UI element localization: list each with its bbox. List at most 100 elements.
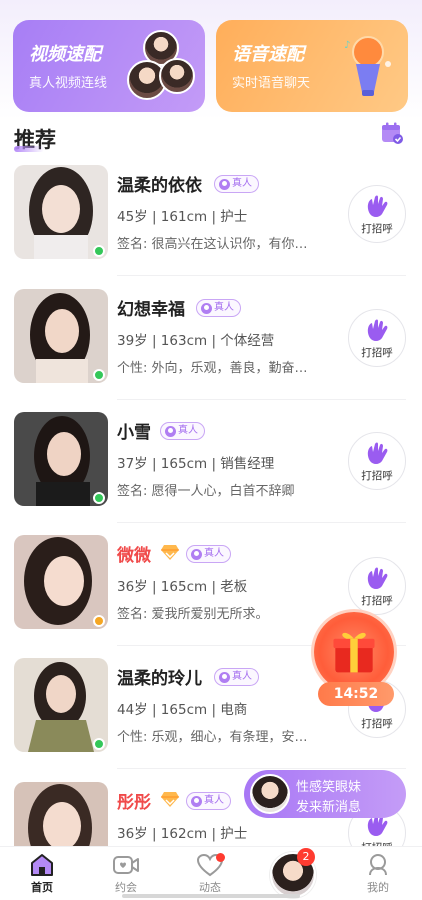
voice-match-title: 语音速配 xyxy=(232,44,304,65)
home-indicator xyxy=(122,894,300,898)
list-divider xyxy=(117,522,406,523)
list-divider xyxy=(117,275,406,276)
recommend-title-underline xyxy=(14,146,44,152)
verified-badge: 真人 xyxy=(160,422,205,440)
nav-moments-label: 动态 xyxy=(199,881,221,894)
verified-badge: 真人 xyxy=(186,545,231,563)
user-meta: 37岁 | 165cm | 销售经理 xyxy=(117,456,275,472)
user-photo-image xyxy=(14,165,108,259)
nav-home[interactable]: 首页 xyxy=(12,853,72,895)
verified-badge: 真人 xyxy=(214,175,259,193)
user-name: 温柔的玲儿 xyxy=(117,669,202,689)
greet-button-label: 打招呼 xyxy=(361,595,393,607)
verified-badge-label: 真人 xyxy=(204,795,224,806)
online-status-dot xyxy=(93,492,105,504)
user-photo-image xyxy=(14,658,108,752)
voice-match-card[interactable]: 语音速配 实时语音聊天 ♪ xyxy=(216,20,408,112)
list-divider xyxy=(117,399,406,400)
toast-message: 发来新消息 xyxy=(296,800,362,815)
moments-notification-dot xyxy=(216,853,225,862)
verified-badge-label: 真人 xyxy=(178,425,198,436)
gift-float-button[interactable]: 14:52 xyxy=(312,612,396,712)
voice-match-subtitle: 实时语音聊天 xyxy=(232,76,311,91)
microphone-icon: ♪ xyxy=(344,36,391,96)
greet-button-label: 打招呼 xyxy=(361,347,393,359)
verified-icon xyxy=(201,302,212,314)
list-item[interactable]: 小雪 真人 37岁 | 165cm | 销售经理 签名: 愿得一人心，白首不辞卿… xyxy=(0,412,422,536)
user-photo[interactable] xyxy=(14,658,108,752)
bottom-nav: 首页 约会 动态 我的 xyxy=(0,846,422,900)
verified-badge: 真人 xyxy=(196,299,241,317)
verified-icon xyxy=(191,548,202,560)
user-name: 温柔的依依 xyxy=(117,176,202,196)
list-item[interactable]: 温柔的依依 真人 45岁 | 161cm | 护士 签名: 很高兴在这认识你，有… xyxy=(0,165,422,289)
greet-button-label: 打招呼 xyxy=(361,223,393,235)
user-photo-image xyxy=(14,289,108,383)
calendar-check-icon[interactable] xyxy=(380,121,404,145)
verified-badge-label: 真人 xyxy=(204,548,224,559)
user-photo[interactable] xyxy=(14,289,108,383)
user-bio: 个性: 外向，乐观，善良，勤奋… xyxy=(117,361,308,376)
greet-button[interactable]: 打招呼 xyxy=(348,309,406,367)
user-photo[interactable] xyxy=(14,165,108,259)
video-match-card[interactable]: 视频速配 真人视频连线 xyxy=(13,20,205,112)
vip-diamond-icon xyxy=(161,545,179,560)
user-name: 彤彤 xyxy=(117,793,151,813)
video-chat-icon xyxy=(113,856,139,874)
svg-text:♪: ♪ xyxy=(344,40,350,51)
nav-moments[interactable]: 动态 xyxy=(180,853,240,895)
messages-badge: 2 xyxy=(297,848,315,866)
wave-hand-icon xyxy=(367,319,388,341)
verified-icon xyxy=(165,425,176,437)
verified-badge-label: 真人 xyxy=(232,178,252,189)
user-name: 小雪 xyxy=(117,423,151,443)
user-bio: 签名: 很高兴在这认识你，有你… xyxy=(117,237,308,252)
list-divider xyxy=(117,768,406,769)
greet-button[interactable]: 打招呼 xyxy=(348,432,406,490)
online-status-dot xyxy=(93,245,105,257)
nav-me-label: 我的 xyxy=(367,881,389,894)
online-status-dot xyxy=(93,738,105,750)
greet-button-label: 打招呼 xyxy=(361,470,393,482)
user-bio: 个性: 乐观，细心，有条理，安… xyxy=(117,730,308,745)
vip-diamond-icon xyxy=(161,792,179,807)
wave-hand-icon xyxy=(367,442,388,464)
verified-icon xyxy=(219,178,230,190)
greet-button[interactable]: 打招呼 xyxy=(348,557,406,615)
user-photo-image xyxy=(14,535,108,629)
verified-badge-label: 真人 xyxy=(232,671,252,682)
list-item[interactable]: 幻想幸福 真人 39岁 | 163cm | 个体经营 个性: 外向，乐观，善良，… xyxy=(0,289,422,413)
user-name: 幻想幸福 xyxy=(117,300,185,320)
greet-button[interactable]: 打招呼 xyxy=(348,185,406,243)
user-bio: 签名: 愿得一人心，白首不辞卿 xyxy=(117,484,295,499)
verified-badge: 真人 xyxy=(186,792,231,810)
video-match-subtitle: 真人视频连线 xyxy=(29,76,108,91)
nav-date[interactable]: 约会 xyxy=(96,853,156,895)
wave-hand-icon xyxy=(367,195,388,217)
verified-badge: 真人 xyxy=(214,668,259,686)
user-photo[interactable] xyxy=(14,412,108,506)
user-photo[interactable] xyxy=(14,782,108,846)
user-photo[interactable] xyxy=(14,535,108,629)
gift-countdown: 14:52 xyxy=(318,682,394,706)
wave-hand-icon xyxy=(367,567,388,589)
online-status-dot xyxy=(93,369,105,381)
video-match-title: 视频速配 xyxy=(29,44,101,65)
new-message-toast[interactable]: 性感笑眼妹 发来新消息 xyxy=(244,770,406,818)
user-bio: 签名: 爱我所爱别无所求。 xyxy=(117,607,269,622)
gift-box-icon xyxy=(333,632,375,673)
nav-home-label: 首页 xyxy=(31,881,53,894)
user-name: 微微 xyxy=(117,546,151,566)
user-photo-image xyxy=(14,782,108,846)
toast-avatar xyxy=(250,774,290,814)
video-avatar-3 xyxy=(159,58,195,94)
toast-sender: 性感笑眼妹 xyxy=(296,780,362,795)
nav-date-label: 约会 xyxy=(115,881,137,894)
verified-icon xyxy=(191,795,202,807)
busy-status-dot xyxy=(93,615,105,627)
verified-icon xyxy=(219,671,230,683)
user-photo-image xyxy=(14,412,108,506)
home-icon xyxy=(31,854,53,876)
nav-me[interactable]: 我的 xyxy=(348,853,408,895)
user-meta: 36岁 | 162cm | 护士 xyxy=(117,826,248,842)
